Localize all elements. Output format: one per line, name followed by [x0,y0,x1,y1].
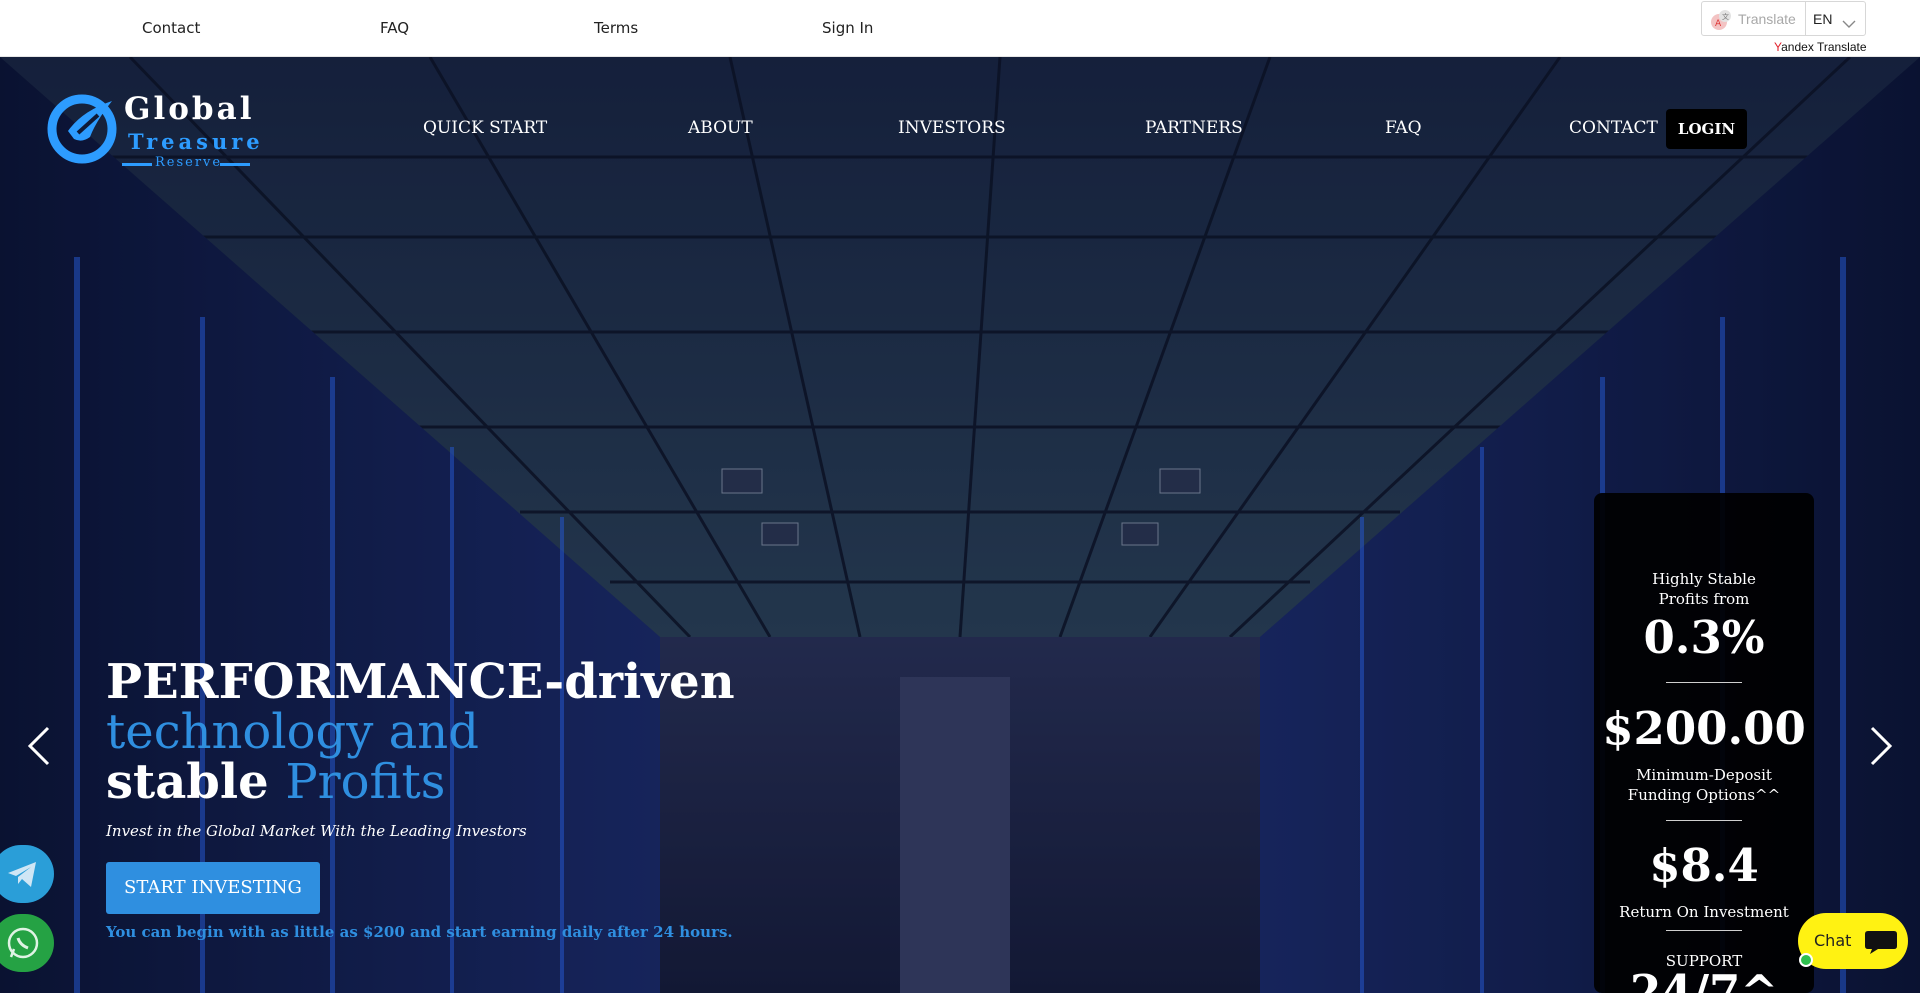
stats-divider [1666,682,1742,683]
hero-note: You can begin with as little as $200 and… [106,923,733,941]
roi-caption: Return On Investment [1619,903,1789,921]
headline-line-1: PERFORMANCE-driven [106,654,735,710]
support-value: 24/7^ [1629,965,1779,993]
language-selector[interactable]: EN [1813,11,1832,27]
top-bar: Contact FAQ Terms Sign In A 文 Translate … [0,0,1920,57]
yandex-attribution[interactable]: Yandex Translate [1774,40,1867,54]
translate-separator [1805,2,1806,35]
translate-label: Translate [1738,11,1796,27]
slider-prev-icon[interactable] [26,725,52,771]
headline-line-3: stable Profits [106,757,735,807]
stats-divider [1666,930,1742,931]
whatsapp-button[interactable] [0,914,54,972]
svg-text:A: A [1715,19,1722,29]
deposit-caption-1: Minimum-Deposit [1636,766,1772,784]
roi-value: $8.4 [1649,839,1759,892]
chat-label: Chat [1814,931,1852,950]
profit-caption-1: Highly Stable [1652,570,1756,588]
profit-caption-2: Profits from [1658,590,1750,608]
nav-partners[interactable]: PARTNERS [1145,118,1243,138]
top-link-contact[interactable]: Contact [142,19,200,37]
chevron-down-icon[interactable] [1842,14,1856,33]
top-link-faq[interactable]: FAQ [380,19,409,37]
nav-faq[interactable]: FAQ [1385,118,1422,138]
logo-word-reserve: Reserve [155,155,223,170]
hero-section: Global Treasure Reserve QUICK START ABOU… [0,57,1920,993]
logo-emblem-icon [47,94,117,164]
nav-contact[interactable]: CONTACT [1569,118,1658,138]
top-link-sign-in[interactable]: Sign In [822,19,873,37]
telegram-icon [8,862,36,887]
nav-investors[interactable]: INVESTORS [898,118,1006,138]
chat-button[interactable]: Chat [1798,913,1908,969]
nav-about[interactable]: ABOUT [688,118,753,138]
online-status-dot [1799,953,1813,967]
yandex-text: andex Translate [1781,40,1867,54]
telegram-button[interactable] [0,845,54,903]
whatsapp-icon [7,927,39,959]
logo-divider-right [220,163,250,166]
hero-headline: PERFORMANCE-driven technology and stable… [106,657,735,807]
logo-word-treasure: Treasure [128,129,264,154]
headline-profits: Profits [285,754,446,810]
logo-word-global: Global [124,91,255,127]
translate-icon: A 文 [1710,9,1732,31]
logo[interactable]: Global Treasure Reserve [46,91,260,181]
translate-widget[interactable]: A 文 Translate EN [1701,1,1866,36]
stats-card: Highly Stable Profits from 0.3% $200.00 … [1594,493,1814,993]
stats-divider [1666,820,1742,821]
profit-value: 0.3% [1643,611,1765,664]
logo-divider-left [122,163,152,166]
slider-next-icon[interactable] [1868,725,1894,771]
headline-stable: stable [106,754,269,810]
start-investing-button[interactable]: START INVESTING [106,862,320,914]
top-link-terms[interactable]: Terms [594,19,638,37]
svg-text:文: 文 [1722,12,1729,21]
deposit-caption-2: Funding Options^^ [1627,786,1781,804]
hero-subtitle: Invest in the Global Market With the Lea… [106,822,527,840]
nav-quick-start[interactable]: QUICK START [423,118,547,138]
headline-line-2: technology and [106,704,479,760]
login-button[interactable]: LOGIN [1666,109,1747,149]
chat-bubble-icon [1864,929,1898,959]
deposit-value: $200.00 [1602,702,1806,755]
